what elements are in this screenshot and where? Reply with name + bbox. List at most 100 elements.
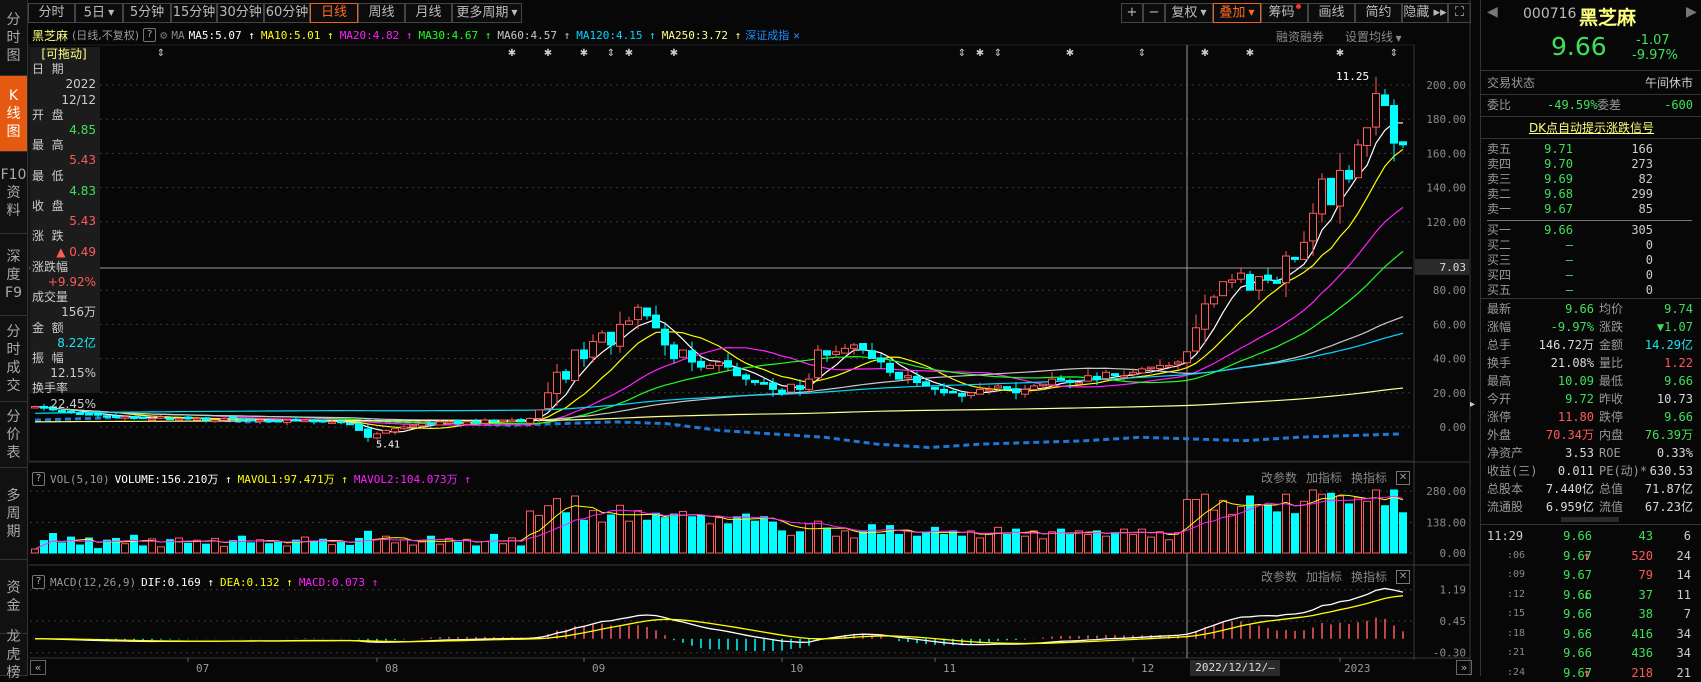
- volume-bar: [895, 533, 903, 554]
- candle-up: [175, 417, 183, 421]
- volume-bar: [364, 530, 372, 554]
- bid-price: —: [1565, 283, 1573, 297]
- close-panel-icon[interactable]: ✕: [1396, 569, 1411, 584]
- ask-row: 卖三 9.69 82: [1487, 171, 1693, 187]
- candle-down: [103, 415, 111, 418]
- tick-count: 24: [1676, 548, 1691, 563]
- candle-up: [832, 351, 840, 355]
- volume-bar: [1039, 538, 1047, 554]
- scroll-right-button[interactable]: »: [1456, 660, 1472, 675]
- candle-up: [1363, 127, 1371, 147]
- candle-down: [688, 350, 696, 363]
- volume-bar: [832, 535, 840, 554]
- scroll-left-button[interactable]: «: [30, 660, 46, 675]
- candle-up: [571, 349, 579, 381]
- candle-up: [544, 392, 552, 410]
- volume-bar: [409, 544, 417, 554]
- candle-down: [949, 390, 957, 394]
- info-label: 收 盘: [32, 199, 64, 214]
- dk-signal-link[interactable]: DK点自动提示涨跌信号: [1481, 119, 1701, 136]
- tick-volume: 38: [1638, 607, 1653, 621]
- stat-value: 9.66: [1664, 374, 1693, 388]
- arrow-up-icon: ↑: [1583, 665, 1591, 680]
- stat-value: -9.97%: [1550, 320, 1594, 334]
- candle-down: [1093, 375, 1101, 380]
- stat-label: 涨幅: [1487, 320, 1512, 334]
- volume-bar: [1093, 530, 1101, 554]
- info-value: 22.45%: [50, 396, 96, 411]
- candle-up: [625, 320, 633, 325]
- volume-bar: [1102, 535, 1110, 554]
- tick-count: 34: [1676, 646, 1691, 660]
- stat-value: 9.72: [1565, 392, 1594, 406]
- volume-bar: [1264, 504, 1272, 554]
- ask-label: 卖二: [1487, 187, 1512, 201]
- candle-up: [994, 385, 1002, 389]
- drag-label[interactable]: [可拖动]: [32, 47, 96, 62]
- stat-label: 金额: [1599, 338, 1624, 352]
- candle-down: [931, 386, 939, 390]
- candle-down: [877, 357, 885, 363]
- stat-value: 67.23亿: [1644, 500, 1693, 514]
- candle-up: [1183, 351, 1191, 364]
- candle-up: [1138, 368, 1146, 374]
- candle-down: [1111, 373, 1119, 377]
- stat-label: 涨跌: [1599, 320, 1624, 334]
- volume-bar: [1147, 536, 1155, 554]
- volume-bar: [859, 531, 867, 554]
- candle-down: [472, 420, 480, 424]
- bid-volume: 0: [1645, 283, 1653, 297]
- volume-bar: [1255, 504, 1263, 554]
- stat-label: 换手: [1487, 356, 1512, 370]
- collapse-panel-handle[interactable]: ▸: [1470, 380, 1479, 430]
- candle-up: [814, 349, 822, 379]
- prev-stock-icon[interactable]: ◀: [1487, 4, 1498, 20]
- arrow-up-icon: ↑: [218, 473, 232, 486]
- candle-up: [391, 428, 399, 433]
- volume-bar: [1318, 493, 1326, 554]
- candle-down: [346, 422, 354, 426]
- volume-bar: [418, 541, 426, 554]
- volume-bar: [535, 514, 543, 554]
- candle-up: [616, 323, 624, 347]
- expand-handle[interactable]: [1561, 517, 1619, 522]
- ask-label: 卖五: [1487, 142, 1512, 156]
- candle-down: [202, 417, 210, 421]
- volume-bar: [922, 532, 930, 554]
- next-stock-icon[interactable]: ▶: [1686, 4, 1697, 20]
- tick-count: 6: [1683, 529, 1691, 543]
- price-tick-label: 40.00: [1433, 353, 1466, 366]
- candle-down: [1345, 170, 1353, 180]
- candle-down: [265, 419, 273, 423]
- close-panel-icon[interactable]: ✕: [1396, 470, 1411, 485]
- candle-up: [679, 349, 687, 358]
- panel-button-1[interactable]: 加指标: [1306, 469, 1342, 486]
- stat-value: 21.08%: [1550, 356, 1594, 370]
- help-button[interactable]: ?: [32, 472, 45, 486]
- candle-up: [634, 306, 642, 321]
- volume-bar: [1066, 533, 1074, 554]
- volume-bar: [814, 520, 822, 554]
- indicator-text: MAVOL1:97.471万: [237, 473, 335, 486]
- volume-bar: [787, 534, 795, 554]
- wc-label: 委差: [1597, 98, 1622, 112]
- help-button[interactable]: ?: [32, 575, 45, 589]
- candle-up: [157, 416, 165, 419]
- stat-label: 内盘: [1599, 428, 1624, 442]
- panel-button-0[interactable]: 改参数: [1261, 469, 1297, 486]
- volume-bar: [481, 541, 489, 554]
- candle-down: [1399, 141, 1407, 146]
- crosshair-value-label: 7.03: [1440, 261, 1467, 274]
- candle-info-box[interactable]: [可拖动] 日 期 2022 12/12 开 盘 4.85 最 高 5.43 最 低 4.83 收 …: [30, 47, 100, 411]
- candle-up: [436, 421, 444, 426]
- panel-button-0[interactable]: 改参数: [1261, 568, 1297, 585]
- volume-bar: [454, 541, 462, 554]
- panel-button-2[interactable]: 换指标: [1351, 568, 1387, 585]
- info-value: 5.43: [69, 214, 96, 229]
- candle-down: [607, 331, 615, 346]
- candle-down: [490, 419, 498, 423]
- panel-button-2[interactable]: 换指标: [1351, 469, 1387, 486]
- volume-bar: [1390, 489, 1398, 554]
- panel-button-1[interactable]: 加指标: [1306, 568, 1342, 585]
- info-label: 开 盘: [32, 107, 64, 122]
